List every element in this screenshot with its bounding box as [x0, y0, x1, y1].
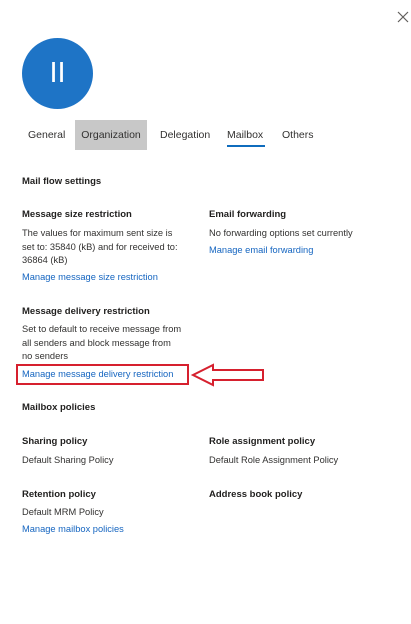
role-assignment-heading: Role assignment policy — [209, 436, 316, 447]
email-forwarding-heading: Email forwarding — [209, 209, 287, 220]
message-delivery-heading: Message delivery restriction — [22, 306, 150, 317]
message-delivery-text: Set to default to receive message from a… — [22, 323, 181, 364]
section-title-mail-flow: Mail flow settings — [22, 176, 102, 187]
tab-delegation[interactable]: Delegation — [160, 120, 212, 150]
manage-email-forwarding-link[interactable]: Manage email forwarding — [209, 244, 313, 257]
manage-mailbox-policies-link[interactable]: Manage mailbox policies — [22, 523, 124, 536]
email-forwarding-text: No forwarding options set currently — [209, 228, 353, 238]
section-title-mailbox-policies: Mailbox policies — [22, 402, 96, 413]
sharing-policy-heading: Sharing policy — [22, 436, 88, 447]
message-delivery-line: Set to default to receive message from — [22, 324, 182, 334]
close-icon[interactable] — [397, 11, 409, 23]
avatar: II — [22, 38, 93, 109]
tab-others[interactable]: Others — [282, 120, 314, 150]
tab-organization[interactable]: Organization — [75, 120, 147, 150]
message-size-text: The values for maximum sent size is set … — [22, 227, 178, 268]
tab-general[interactable]: General — [22, 120, 74, 150]
role-assignment-value: Default Role Assignment Policy — [209, 455, 339, 465]
pointer-arrow-icon — [190, 363, 264, 387]
message-delivery-line: all senders and block message from — [22, 337, 171, 348]
message-size-heading: Message size restriction — [22, 209, 132, 220]
message-size-line: The values for maximum sent size is — [22, 228, 173, 238]
message-size-line: 36864 (kB) — [22, 255, 68, 265]
retention-policy-heading: Retention policy — [22, 489, 96, 500]
retention-policy-value: Default MRM Policy — [22, 507, 104, 517]
message-delivery-line: no senders — [22, 351, 68, 361]
address-book-policy-heading: Address book policy — [209, 489, 303, 500]
highlight-box — [16, 364, 189, 385]
tab-mailbox[interactable]: Mailbox — [227, 120, 265, 150]
manage-message-size-link[interactable]: Manage message size restriction — [22, 271, 158, 284]
message-size-line: set to: 35840 (kB) and for received to: — [22, 241, 178, 252]
sharing-policy-value: Default Sharing Policy — [22, 455, 114, 465]
